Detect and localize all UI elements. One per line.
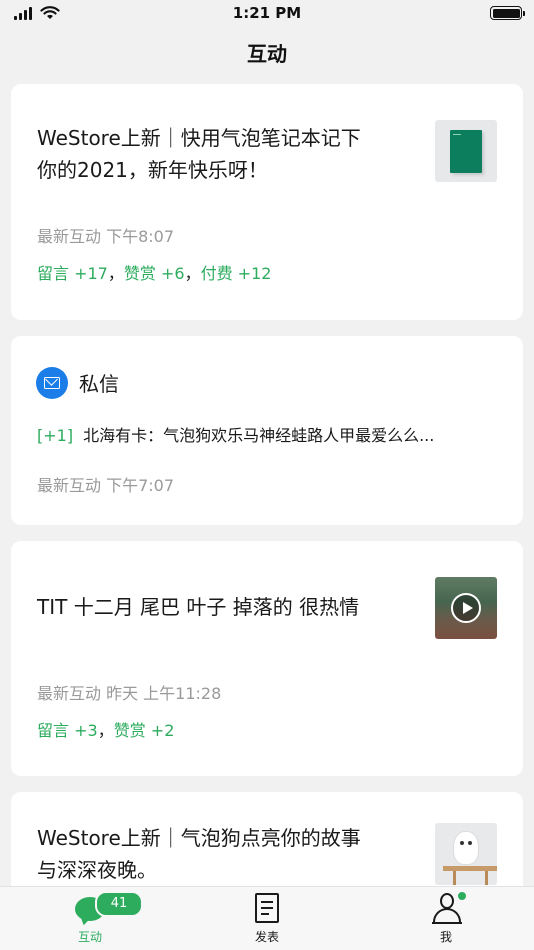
status-bar: 1:21 PM: [0, 0, 534, 28]
tips-stat[interactable]: 赞赏 +2: [114, 721, 175, 740]
tab-label: 我: [439, 930, 452, 944]
paid-stat[interactable]: 付费 +12: [201, 264, 272, 283]
video-thumbnail: [435, 577, 497, 639]
notebook-image: [450, 130, 482, 173]
article-thumbnail: [435, 823, 497, 885]
tab-publish[interactable]: 发表: [207, 887, 327, 950]
tips-stat[interactable]: 赞赏 +6: [124, 264, 185, 283]
unread-badge: 41: [95, 891, 143, 917]
comments-stat[interactable]: 留言 +3: [37, 721, 98, 740]
latest-interaction-time: 最新互动 昨天 上午11:28: [37, 684, 222, 703]
latest-interaction-time: 最新互动 下午8:07: [37, 227, 175, 246]
play-icon: [451, 593, 481, 623]
page-title: 互动: [247, 42, 287, 66]
message-preview-text: 北海有卡：气泡狗欢乐马神经蛙路人甲最爱么么...: [83, 426, 435, 445]
mail-icon: [36, 367, 68, 399]
interaction-stats: 留言 +3，赞赏 +2: [37, 721, 175, 740]
tab-bar: 41 互动 发表 我: [0, 886, 534, 950]
owl-plush-image: [454, 832, 478, 864]
interactions-screen: 1:21 PM 互动 WeStore上新｜快用气泡笔记本记下 你的2021，新年…: [0, 0, 534, 950]
article-card[interactable]: WeStore上新｜快用气泡笔记本记下 你的2021，新年快乐呀！ 最新互动 下…: [11, 84, 523, 320]
interaction-stats: 留言 +17，赞赏 +6，付费 +12: [37, 264, 272, 283]
document-icon: [255, 893, 279, 923]
tab-label: 互动: [77, 930, 102, 944]
message-preview: [+1] 北海有卡：气泡狗欢乐马神经蛙路人甲最爱么么...: [37, 422, 434, 446]
private-message-card[interactable]: 私信 [+1] 北海有卡：气泡狗欢乐马神经蛙路人甲最爱么么... 最新互动 下午7…: [11, 336, 523, 525]
battery-icon: [490, 6, 525, 20]
latest-interaction-time: 最新互动 下午7:07: [37, 476, 175, 495]
unread-count: [+1]: [37, 426, 74, 445]
tab-interactions[interactable]: 41 互动: [30, 887, 150, 950]
tab-label: 发表: [254, 930, 279, 944]
article-title: WeStore上新｜快用气泡笔记本记下 你的2021，新年快乐呀！: [37, 126, 361, 182]
video-card[interactable]: TIT 十二月 尾巴 叶子 掉落的 很热情 最新互动 昨天 上午11:28 留言…: [11, 541, 523, 776]
video-title: TIT 十二月 尾巴 叶子 掉落的 很热情: [37, 595, 360, 619]
article-title: WeStore上新｜气泡狗点亮你的故事 与深深夜晚。: [37, 826, 361, 882]
notification-dot: [458, 892, 466, 900]
article-thumbnail: [435, 120, 497, 182]
comments-stat[interactable]: 留言 +17: [37, 264, 108, 283]
status-time: 1:21 PM: [232, 4, 302, 22]
tab-me[interactable]: 我: [386, 887, 506, 950]
private-message-title: 私信: [79, 372, 119, 396]
